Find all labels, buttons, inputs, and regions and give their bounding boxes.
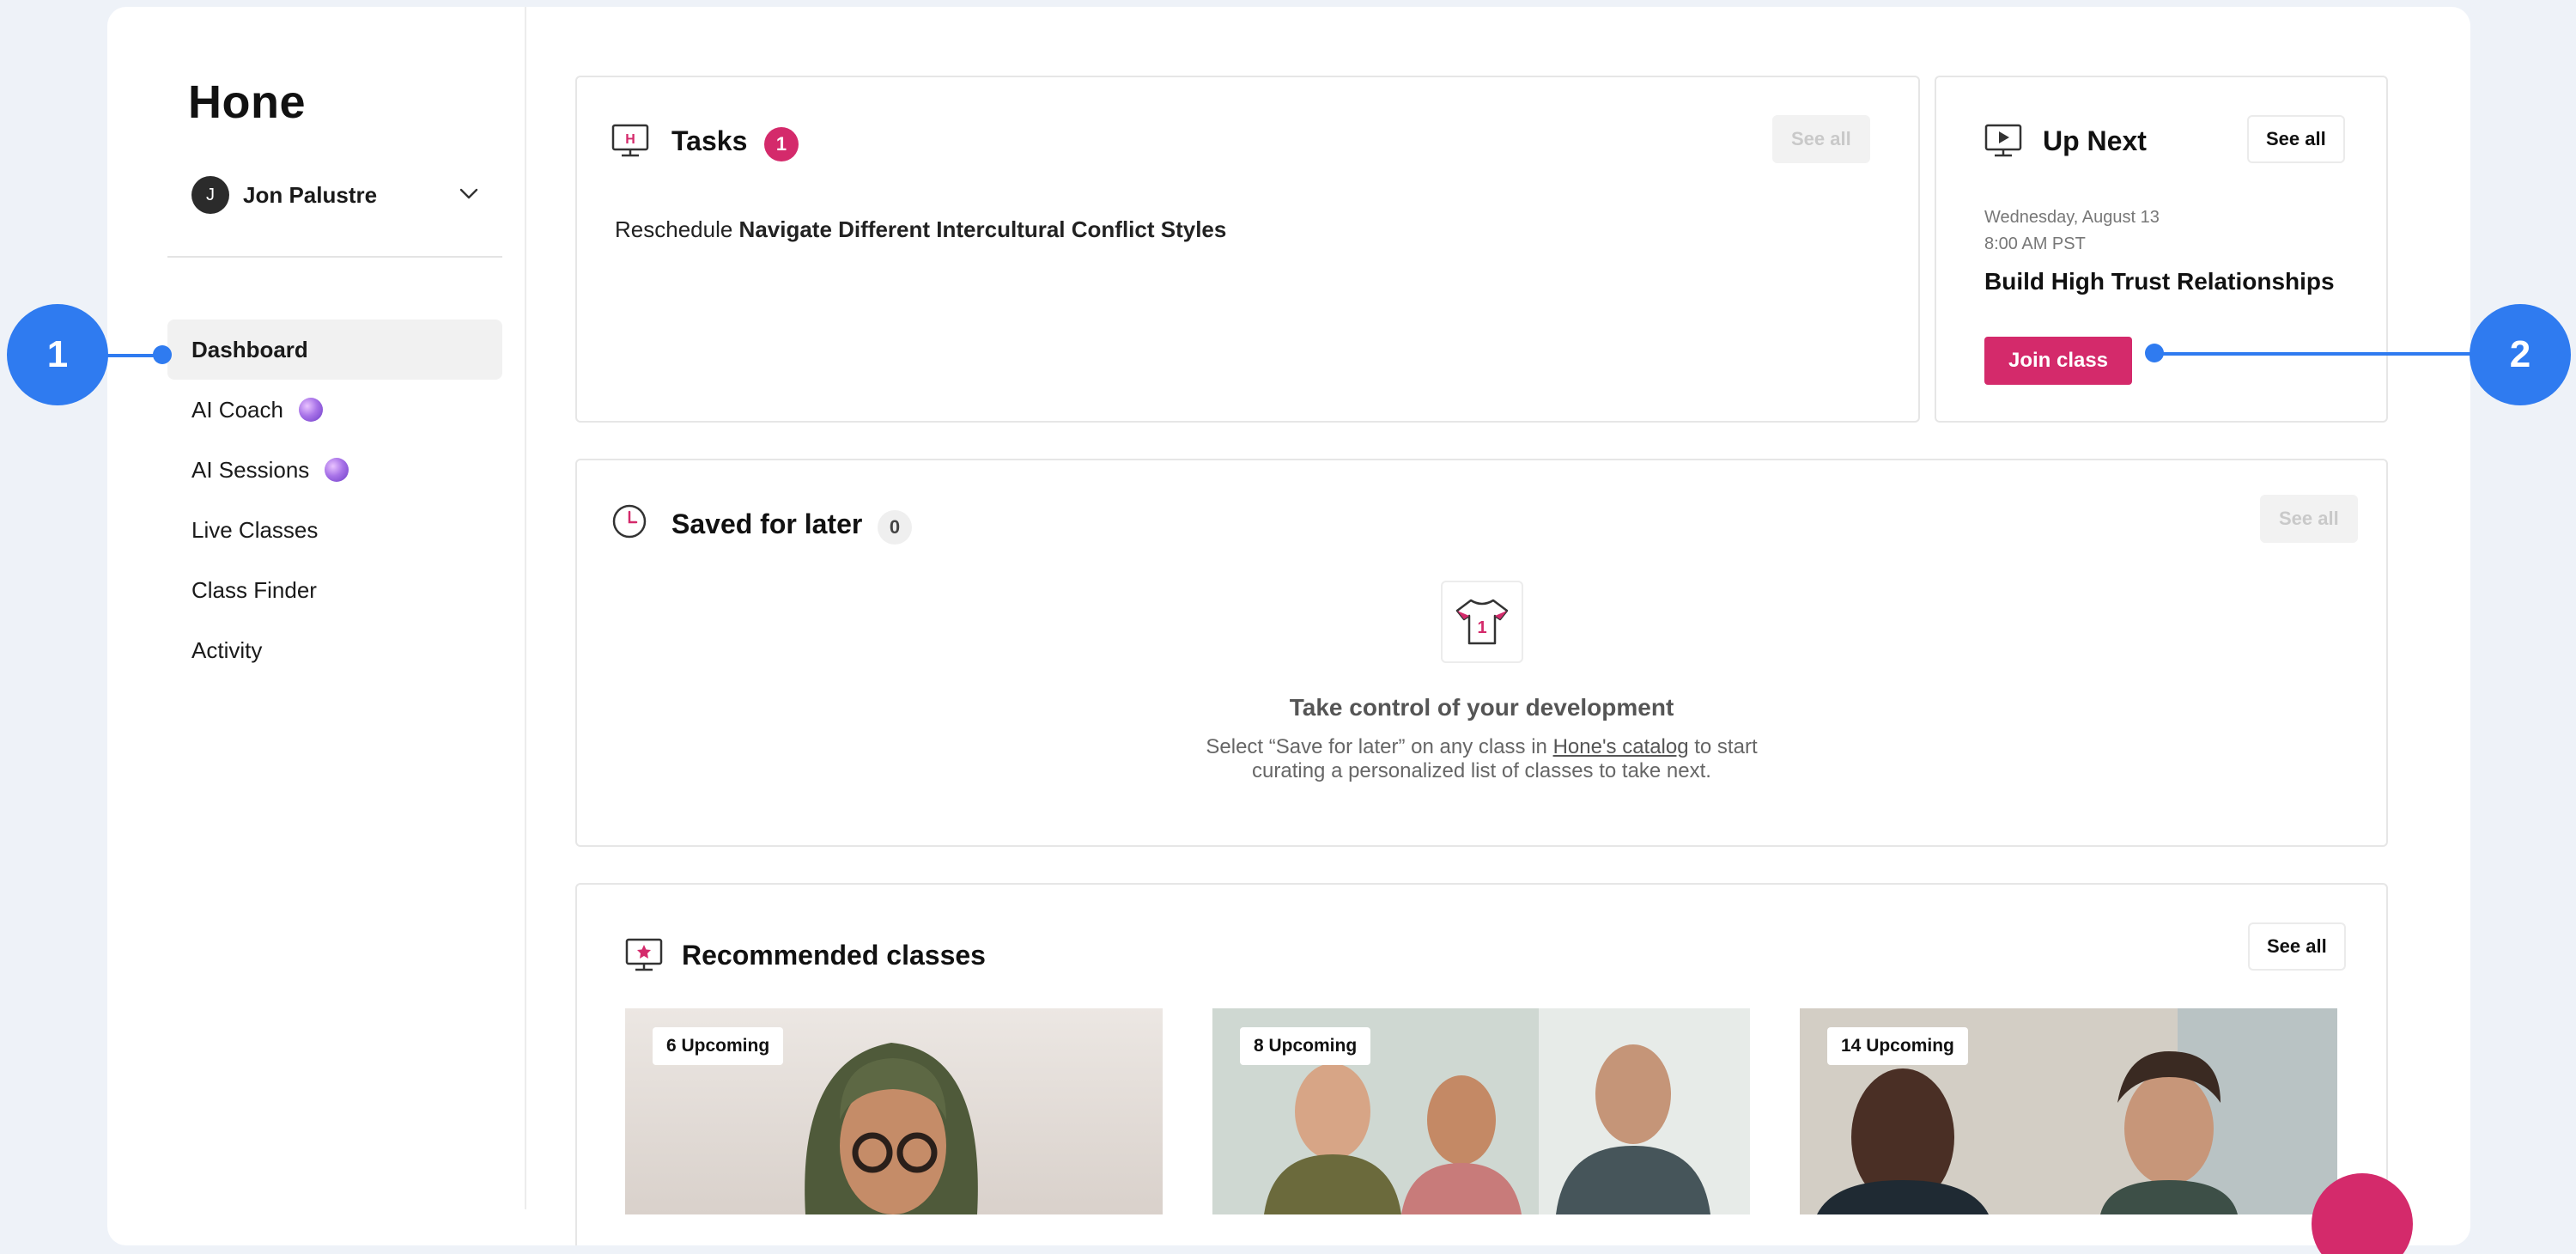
empty-desc-text: to start [1688, 735, 1758, 758]
empty-desc-text: Select “Save for later” on any class in [1206, 735, 1553, 758]
sidebar-item-activity[interactable]: Activity [167, 620, 502, 680]
task-action: Reschedule [615, 216, 733, 242]
callout-2-line [2155, 352, 2482, 356]
next-class-title[interactable]: Build High Trust Relationships [1984, 268, 2335, 295]
task-class-title: Navigate Different Intercultural Conflic… [738, 216, 1227, 242]
sidebar-item-label: Class Finder [191, 576, 317, 603]
class-time: 8:00 AM PST [1984, 234, 2086, 253]
class-tile[interactable]: 6 Upcoming [625, 1008, 1163, 1214]
empty-state-illustration: 1 [1441, 581, 1523, 663]
upcoming-badge: 6 Upcoming [653, 1027, 784, 1065]
sidebar-item-label: Activity [191, 636, 263, 663]
play-monitor-icon [1984, 124, 2022, 157]
up-next-see-all-button[interactable]: See all [2247, 115, 2345, 163]
chevron-down-icon[interactable] [456, 180, 482, 206]
hone-logo[interactable]: Hone [188, 76, 306, 129]
sidebar: Hone J Jon Palustre Dashboard AI Coach A… [107, 7, 526, 1209]
upcoming-badge: 14 Upcoming [1827, 1027, 1968, 1065]
sidebar-item-label: AI Coach [191, 396, 283, 423]
sidebar-item-ai-sessions[interactable]: AI Sessions [167, 440, 502, 500]
monitor-h-icon: H [611, 124, 649, 157]
sidebar-item-label: Live Classes [191, 516, 319, 543]
up-next-title: Up Next [2043, 125, 2147, 156]
join-class-button[interactable]: Join class [1984, 337, 2132, 385]
star-monitor-icon [625, 938, 663, 971]
user-name: Jon Palustre [243, 181, 378, 208]
class-date: Wednesday, August 13 [1984, 208, 2160, 227]
sidebar-item-label: Dashboard [191, 336, 308, 362]
empty-state-description: Select “Save for later” on any class in … [577, 735, 2386, 783]
sidebar-nav: Dashboard AI Coach AI Sessions Live Clas… [167, 320, 502, 680]
sidebar-item-ai-coach[interactable]: AI Coach [167, 380, 502, 440]
callout-1: 1 [7, 304, 108, 405]
sidebar-item-class-finder[interactable]: Class Finder [167, 560, 502, 620]
empty-desc-line2: curating a personalized list of classes … [1252, 759, 1711, 782]
class-tile[interactable]: 8 Upcoming [1212, 1008, 1750, 1214]
catalog-link[interactable]: Hone's catalog [1553, 735, 1689, 758]
ai-orb-icon [298, 398, 323, 422]
saved-title: Saved for later [671, 508, 863, 539]
tasks-card: H Tasks 1 See all Reschedule Navigate Di… [575, 76, 1920, 423]
svg-text:H: H [625, 132, 635, 147]
avatar: J [191, 176, 229, 214]
recommended-see-all-button[interactable]: See all [2248, 922, 2346, 971]
recommended-title: Recommended classes [682, 940, 986, 971]
saved-for-later-card: Saved for later 0 See all 1 Take control… [575, 459, 2388, 847]
callout-1-dot [153, 345, 172, 364]
tasks-see-all-button[interactable]: See all [1772, 115, 1870, 163]
callout-2: 2 [2470, 304, 2571, 405]
ai-orb-icon [325, 458, 349, 482]
up-next-card: Up Next See all Wednesday, August 13 8:0… [1935, 76, 2388, 423]
recommended-card: Recommended classes See all 6 Upcoming 8… [575, 883, 2388, 1245]
class-tile[interactable]: 14 Upcoming [1800, 1008, 2337, 1214]
saved-count-badge: 0 [878, 510, 912, 545]
task-item[interactable]: Reschedule Navigate Different Intercultu… [615, 216, 1226, 243]
app-window: Hone J Jon Palustre Dashboard AI Coach A… [107, 7, 2470, 1245]
svg-text:1: 1 [1477, 618, 1486, 637]
tasks-count-badge: 1 [764, 127, 799, 161]
sidebar-item-live-classes[interactable]: Live Classes [167, 500, 502, 560]
callout-2-dot [2145, 344, 2164, 362]
user-menu[interactable]: J Jon Palustre [191, 175, 507, 215]
sidebar-divider [167, 256, 502, 258]
upcoming-badge: 8 Upcoming [1240, 1027, 1371, 1065]
empty-state-title: Take control of your development [1289, 694, 1674, 721]
shirt-icon: 1 [1455, 599, 1509, 645]
clock-icon [612, 504, 647, 539]
tasks-title: Tasks [671, 125, 748, 156]
class-datetime: Wednesday, August 13 8:00 AM PST [1984, 204, 2160, 258]
sidebar-item-dashboard[interactable]: Dashboard [167, 320, 502, 380]
saved-see-all-button[interactable]: See all [2260, 495, 2358, 543]
sidebar-item-label: AI Sessions [191, 456, 310, 483]
